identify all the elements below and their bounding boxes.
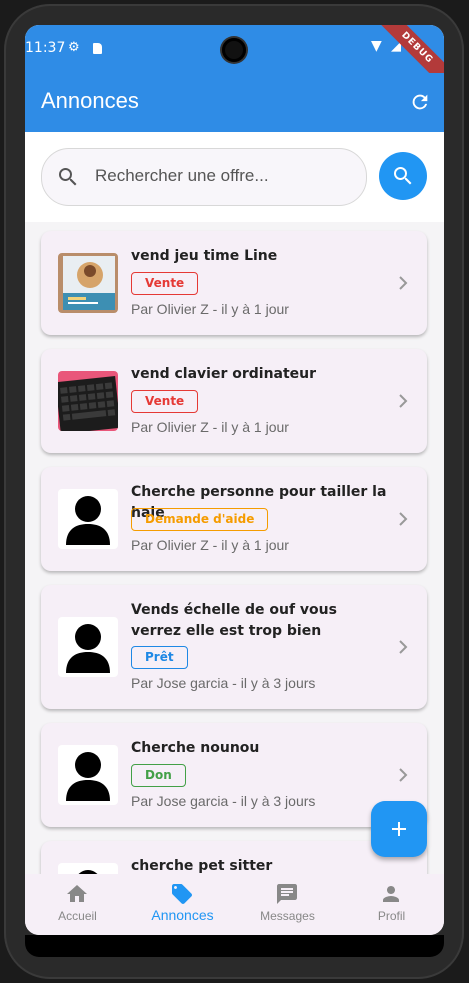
add-listing-button[interactable]: [371, 801, 427, 857]
page-title: Annonces: [41, 88, 139, 113]
nav-label: Annonces: [151, 907, 214, 923]
person-avatar: [58, 617, 118, 677]
chevron-right-icon: [399, 768, 408, 782]
wifi-icon: ▼: [371, 38, 382, 54]
nav-item-annonces[interactable]: Annonces: [130, 874, 235, 935]
listing-card[interactable]: Vends échelle de ouf vous verrez elle es…: [41, 585, 427, 709]
message-icon: [277, 884, 297, 904]
person-icon: [383, 886, 399, 902]
app-screen: 11:37 ⚙ ▼ ◢ DEBUG Annonces Rechercher un…: [25, 25, 444, 935]
listing-meta: Par Jose garcia - il y à 3 jours: [131, 675, 316, 691]
front-camera: [222, 38, 246, 62]
chevron-right-icon: [399, 394, 408, 408]
listing-meta: Par Olivier Z - il y à 1 jour: [131, 419, 289, 435]
person-icon: [66, 624, 110, 673]
listing-card[interactable]: vend clavier ordinateur Vente Par Olivie…: [41, 349, 427, 453]
gear-icon: ⚙: [68, 40, 80, 55]
bottom-navigation: Accueil Annonces Messages Profil: [25, 874, 444, 935]
status-bar: 11:37 ⚙ ▼ ◢ DEBUG: [25, 25, 444, 94]
nav-label: Messages: [260, 909, 315, 923]
person-icon: [66, 496, 110, 545]
person-icon: [78, 870, 98, 874]
game-box-photo: [58, 253, 118, 313]
search-icon: [59, 168, 77, 186]
person-icon: [66, 752, 110, 801]
nav-item-messages[interactable]: Messages: [235, 874, 340, 935]
tag-icon: [172, 884, 192, 904]
listings-list[interactable]: vend jeu time Line Vente Par Olivier Z -…: [25, 222, 444, 874]
category-badge: Vente: [131, 272, 199, 295]
chevron-right-icon: [399, 276, 408, 290]
nav-label: Profil: [377, 909, 406, 923]
chevron-right-icon: [399, 512, 408, 526]
listing-meta: Par Olivier Z - il y à 1 jour: [131, 301, 289, 317]
search-button[interactable]: [379, 152, 427, 200]
listing-photo: [58, 371, 118, 431]
plus-icon: [392, 822, 406, 836]
nav-item-profil[interactable]: Profil: [339, 874, 444, 935]
listing-meta: Par Olivier Z - il y à 1 jour: [131, 537, 289, 553]
person-avatar: [58, 745, 118, 805]
search-placeholder: Rechercher une offre...: [95, 166, 269, 185]
nav-label: Accueil: [58, 909, 97, 923]
listing-title: vend jeu time Line: [131, 248, 278, 264]
listing-meta: Par Jose garcia - il y à 3 jours: [131, 793, 316, 809]
person-avatar: [58, 489, 118, 549]
listing-card[interactable]: Cherche nounou Don Par Jose garcia - il …: [41, 723, 427, 827]
nav-item-accueil[interactable]: Accueil: [25, 874, 130, 935]
listing-title: Vends échelle de ouf vous verrez elle es…: [131, 602, 337, 639]
search-input[interactable]: Rechercher une offre...: [41, 148, 367, 206]
listing-photo: [58, 253, 118, 313]
listing-card[interactable]: cherche pet sitter: [41, 841, 427, 874]
category-badge: Vente: [131, 390, 199, 413]
listing-card[interactable]: Cherche personne pour tailler la haie De…: [41, 467, 427, 571]
category-badge: Prêt: [131, 646, 188, 669]
chevron-right-icon: [399, 640, 408, 654]
bottom-bezel: [25, 935, 444, 957]
listing-card[interactable]: vend jeu time Line Vente Par Olivier Z -…: [41, 231, 427, 335]
listing-title: Cherche nounou: [131, 740, 260, 756]
listing-title: cherche pet sitter: [131, 858, 273, 874]
person-avatar: [58, 863, 118, 874]
listing-title: vend clavier ordinateur: [131, 366, 317, 382]
search-area: Rechercher une offre...: [25, 132, 444, 228]
app-bar: Annonces: [25, 73, 444, 132]
category-badge: Demande d'aide: [131, 508, 269, 531]
status-time: 11:37: [25, 40, 66, 56]
search-icon: [394, 167, 412, 185]
refresh-icon[interactable]: [409, 91, 431, 113]
sim-card-icon: [93, 43, 102, 54]
home-icon: [67, 885, 87, 902]
keyboard-photo: [58, 371, 118, 431]
category-badge: Don: [131, 764, 186, 787]
